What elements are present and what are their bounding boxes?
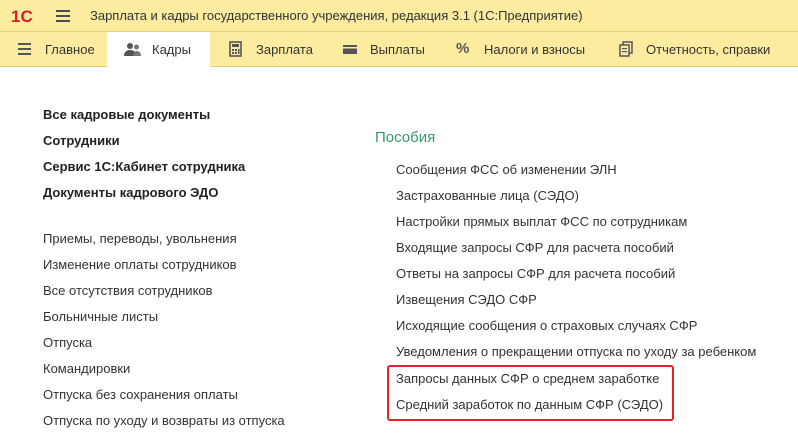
link-sick-leaves[interactable]: Больничные листы [43, 309, 158, 324]
section-tab-label: Налоги и взносы [484, 41, 586, 57]
section-tab-payments[interactable]: Выплаты [342, 32, 425, 66]
section-panel: Главное Кадры Зарплата Выплаты % Налоги … [0, 32, 798, 67]
section-tab-reports[interactable]: Отчетность, справки [618, 32, 770, 66]
section-tab-label: Главное [45, 41, 95, 57]
link-childcare-leave-termination[interactable]: Уведомления о прекращении отпуска по ухо… [396, 344, 756, 359]
people-icon [124, 42, 141, 58]
section-tab-main[interactable]: Главное [17, 32, 95, 66]
list-icon [17, 41, 33, 57]
title-bar: 1С Зарплата и кадры государственного учр… [0, 0, 798, 32]
link-incoming-sfr-requests[interactable]: Входящие запросы СФР для расчета пособий [396, 240, 674, 255]
link-all-absences[interactable]: Все отсутствия сотрудников [43, 283, 213, 298]
link-sfr-request-responses[interactable]: Ответы на запросы СФР для расчета пособи… [396, 266, 675, 281]
section-tab-personnel[interactable]: Кадры [107, 32, 210, 67]
link-outgoing-insurance-messages[interactable]: Исходящие сообщения о страховых случаях … [396, 318, 697, 333]
percent-icon: % [456, 40, 470, 57]
link-hr-edo-documents[interactable]: Документы кадрового ЭДО [43, 185, 218, 200]
calculator-icon [228, 41, 244, 57]
link-vacations[interactable]: Отпуска [43, 335, 92, 350]
1c-logo[interactable]: 1С [11, 6, 45, 26]
link-fss-eln-messages[interactable]: Сообщения ФСС об изменении ЭЛН [396, 162, 617, 177]
link-direct-payment-settings[interactable]: Настройки прямых выплат ФСС по сотрудник… [396, 214, 687, 229]
section-tab-label: Выплаты [370, 41, 425, 57]
group-title-benefits: Пособия [375, 129, 436, 146]
link-hires-transfers-dismissals[interactable]: Приемы, переводы, увольнения [43, 231, 237, 246]
section-tab-salary[interactable]: Зарплата [228, 32, 313, 66]
section-tab-taxes[interactable]: % Налоги и взносы [456, 32, 585, 66]
section-tab-label: Отчетность, справки [646, 41, 771, 57]
link-employee-cabinet-service[interactable]: Сервис 1С:Кабинет сотрудника [43, 159, 245, 174]
highlight-frame [387, 365, 674, 421]
link-unpaid-leaves[interactable]: Отпуска без сохранения оплаты [43, 387, 238, 402]
link-childcare-leaves[interactable]: Отпуска по уходу и возвраты из отпуска [43, 413, 285, 428]
main-menu-icon[interactable] [56, 10, 70, 22]
link-all-hr-documents[interactable]: Все кадровые документы [43, 107, 210, 122]
link-employees[interactable]: Сотрудники [43, 133, 120, 148]
section-tab-label: Зарплата [256, 41, 313, 57]
section-tab-label: Кадры [152, 42, 191, 57]
documents-icon [618, 41, 634, 57]
link-business-trips[interactable]: Командировки [43, 361, 130, 376]
link-sedo-sfr-notices[interactable]: Извещения СЭДО СФР [396, 292, 537, 307]
svg-text:1С: 1С [11, 7, 33, 26]
wallet-icon [342, 41, 358, 57]
link-pay-changes[interactable]: Изменение оплаты сотрудников [43, 257, 237, 272]
window-title: Зарплата и кадры государственного учрежд… [90, 8, 583, 23]
link-insured-persons[interactable]: Застрахованные лица (СЭДО) [396, 188, 579, 203]
